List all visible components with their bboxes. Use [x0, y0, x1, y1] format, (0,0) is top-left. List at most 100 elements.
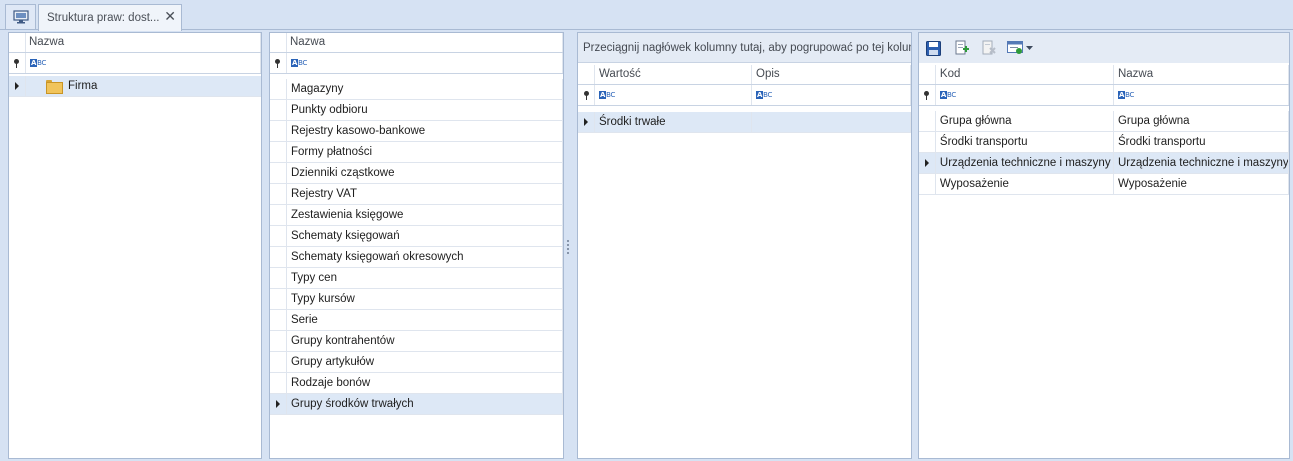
text-filter-icon: ABC: [599, 91, 616, 99]
monitor-icon: [12, 10, 29, 24]
groups-panel: Kod Nazwa ABC ABC Grupa główna Grupa głów…: [918, 32, 1290, 459]
list-item-label: Grupy kontrahentów: [287, 331, 563, 351]
column-header-wartosc[interactable]: Wartość: [595, 65, 752, 84]
list-item[interactable]: Schematy księgowań okresowych: [270, 247, 563, 268]
tree-panel: Nazwa ABC Firma: [8, 32, 262, 459]
table-row[interactable]: Wyposażenie Wyposażenie: [919, 174, 1289, 195]
column-header-kod[interactable]: Kod: [936, 65, 1114, 84]
cell-nazwa: Wyposażenie: [1114, 174, 1289, 194]
table-row[interactable]: Grupa główna Grupa główna: [919, 111, 1289, 132]
groups-header: Kod Nazwa: [919, 65, 1289, 85]
delete-icon: [982, 40, 996, 55]
cell-nazwa: Środki transportu: [1114, 132, 1289, 152]
cell-nazwa: Urządzenia techniczne i maszyny: [1114, 153, 1289, 173]
list-item[interactable]: Magazyny: [270, 79, 563, 100]
list-item-label: Schematy księgowań okresowych: [287, 247, 563, 267]
category-panel: Nazwa ABC Magazyny Punkty odbioru Rejestry…: [269, 32, 564, 459]
list-item-label: Magazyny: [287, 79, 563, 99]
list-item[interactable]: Typy cen: [270, 268, 563, 289]
text-filter-icon: ABC: [939, 91, 956, 99]
list-item[interactable]: Grupy środków trwałych: [270, 394, 563, 415]
table-row[interactable]: Urządzenia techniczne i maszyny Urządzeni…: [919, 153, 1289, 174]
list-item[interactable]: Formy płatności: [270, 142, 563, 163]
folder-icon: [46, 80, 63, 94]
tab-bar: Struktura praw: dost... ✕: [0, 0, 1293, 31]
list-item[interactable]: Rejestry kasowo-bankowe: [270, 121, 563, 142]
filter-pin-icon: [270, 53, 287, 73]
cell-opis: [752, 112, 911, 132]
splitter-handle[interactable]: [566, 240, 570, 254]
cell-kod: Grupa główna: [936, 111, 1114, 131]
toolbar: [919, 33, 1289, 63]
text-filter-icon: ABC: [756, 91, 773, 99]
groups-list: Grupa główna Grupa główna Środki transport…: [919, 111, 1289, 195]
row-indicator-icon: [924, 159, 929, 167]
filter-row: ABC: [9, 53, 261, 74]
filter-pin-icon: [578, 85, 595, 105]
text-filter-icon: ABC: [290, 59, 308, 67]
view-dropdown-button[interactable]: [1005, 39, 1035, 58]
list-item[interactable]: Rodzaje bonów: [270, 373, 563, 394]
list-item-label: Typy kursów: [287, 289, 563, 309]
list-item[interactable]: Grupy artykułów: [270, 352, 563, 373]
category-list: Magazyny Punkty odbioru Rejestry kasowo-ba…: [270, 79, 563, 415]
filter-row: ABC ABC: [578, 85, 911, 106]
save-icon: [926, 40, 941, 56]
add-button[interactable]: [951, 39, 970, 58]
save-button[interactable]: [924, 39, 943, 58]
view-icon: [1007, 41, 1023, 54]
text-filter-icon: ABC: [29, 59, 47, 67]
row-indicator-icon: [584, 118, 588, 126]
filter-input-opis[interactable]: ABC: [752, 85, 911, 105]
table-row[interactable]: Środki trwałe: [578, 112, 911, 133]
list-item-label: Rodzaje bonów: [287, 373, 563, 393]
column-header-nazwa[interactable]: Nazwa: [287, 33, 563, 52]
close-icon[interactable]: ✕: [164, 10, 176, 24]
list-item[interactable]: Zestawienia księgowe: [270, 205, 563, 226]
list-item-label: Grupy artykułów: [287, 352, 563, 372]
column-header-opis[interactable]: Opis: [752, 65, 911, 84]
filter-row: ABC: [270, 53, 563, 74]
list-item-label: Punkty odbioru: [287, 100, 563, 120]
group-by-area[interactable]: Przeciągnij nagłówek kolumny tutaj, aby …: [578, 33, 911, 63]
cell-kod: Urządzenia techniczne i maszyny: [936, 153, 1114, 173]
list-item[interactable]: Schematy księgowań: [270, 226, 563, 247]
list-item-label: Grupy środków trwałych: [287, 394, 563, 414]
list-item-label: Formy płatności: [287, 142, 563, 162]
category-header: Nazwa: [270, 33, 563, 53]
tab-title: Struktura praw: dost...: [47, 12, 160, 24]
list-item-label: Zestawienia księgowe: [287, 205, 563, 225]
filter-input-kod[interactable]: ABC: [936, 85, 1114, 105]
filter-input-wartosc[interactable]: ABC: [595, 85, 752, 105]
row-indicator-icon: [15, 82, 19, 90]
tree-node-firma[interactable]: Firma: [9, 76, 261, 97]
cell-wartosc: Środki trwałe: [595, 112, 752, 132]
dropdown-arrow-icon: [1026, 45, 1033, 50]
list-item[interactable]: Grupy kontrahentów: [270, 331, 563, 352]
values-header: Wartość Opis: [578, 65, 911, 85]
tree-node-label: Firma: [68, 80, 98, 92]
list-item[interactable]: Serie: [270, 310, 563, 331]
table-row[interactable]: Środki transportu Środki transportu: [919, 132, 1289, 153]
delete-button[interactable]: [978, 39, 997, 58]
list-item[interactable]: Typy kursów: [270, 289, 563, 310]
list-item[interactable]: Rejestry VAT: [270, 184, 563, 205]
filter-input-nazwa[interactable]: ABC: [287, 53, 563, 73]
text-filter-icon: ABC: [1117, 91, 1135, 99]
filter-input-nazwa[interactable]: ABC: [1114, 85, 1289, 105]
column-header-nazwa[interactable]: Nazwa: [26, 33, 261, 52]
values-panel: Przeciągnij nagłówek kolumny tutaj, aby …: [577, 32, 912, 459]
column-header-nazwa[interactable]: Nazwa: [1114, 65, 1289, 84]
filter-input-nazwa[interactable]: ABC: [26, 53, 261, 73]
cell-kod: Wyposażenie: [936, 174, 1114, 194]
list-item[interactable]: Dzienniki cząstkowe: [270, 163, 563, 184]
cell-nazwa: Grupa główna: [1114, 111, 1289, 131]
cell-kod: Środki transportu: [936, 132, 1114, 152]
list-item-label: Rejestry VAT: [287, 184, 563, 204]
list-item-label: Rejestry kasowo-bankowe: [287, 121, 563, 141]
filter-pin-icon: [9, 53, 26, 73]
list-item-label: Dzienniki cząstkowe: [287, 163, 563, 183]
list-item[interactable]: Punkty odbioru: [270, 100, 563, 121]
home-tab[interactable]: [5, 4, 36, 29]
tab-struktura-praw[interactable]: Struktura praw: dost... ✕: [38, 4, 182, 31]
